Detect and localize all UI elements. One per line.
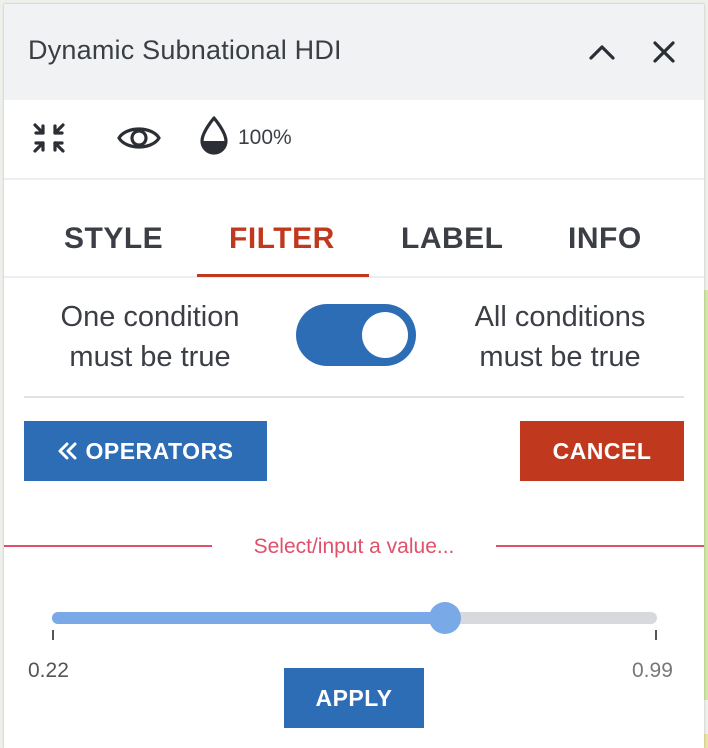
eye-icon — [117, 127, 161, 149]
toggle-knob — [362, 312, 408, 358]
operators-label: OPERATORS — [85, 437, 234, 464]
one-condition-label[interactable]: One condition must be true — [30, 297, 270, 377]
hint-line-left — [4, 545, 212, 547]
chevron-up-icon — [589, 45, 615, 60]
layer-panel: Dynamic Subnational HDI 100% STYLE FILTE… — [4, 4, 704, 748]
slider-tick-min — [52, 630, 54, 640]
double-chevron-left-icon — [58, 442, 77, 460]
shrink-icon — [33, 123, 65, 153]
opacity-value: 100% — [238, 126, 292, 149]
divider — [24, 396, 684, 398]
condition-toggle[interactable] — [296, 304, 416, 366]
hint-line-right — [496, 545, 704, 547]
close-button[interactable] — [644, 32, 684, 72]
shrink-button[interactable] — [28, 118, 70, 158]
visibility-button[interactable] — [116, 120, 162, 156]
slider-min-label: 0.22 — [28, 659, 69, 682]
panel-tabs: STYLE FILTER LABEL INFO — [4, 180, 704, 278]
tab-info[interactable]: INFO — [568, 222, 642, 256]
value-slider[interactable] — [52, 602, 657, 634]
slider-max-label: 0.99 — [632, 659, 673, 682]
layer-toolbar: 100% — [4, 100, 704, 180]
cancel-button[interactable]: CANCEL — [520, 421, 684, 481]
collapse-button[interactable] — [582, 32, 622, 72]
all-conditions-label[interactable]: All conditions must be true — [440, 297, 680, 377]
tab-label[interactable]: LABEL — [401, 222, 504, 256]
slider-fill — [52, 612, 445, 624]
value-hint: Select/input a value... — [253, 535, 455, 558]
panel-header: Dynamic Subnational HDI — [4, 4, 704, 100]
slider-tick-max — [655, 630, 657, 640]
active-tab-indicator — [197, 274, 369, 277]
opacity-drop-icon — [200, 116, 228, 155]
apply-button[interactable]: APPLY — [284, 668, 424, 728]
operators-button[interactable]: OPERATORS — [24, 421, 267, 481]
close-icon — [653, 41, 675, 63]
slider-thumb[interactable] — [428, 602, 461, 634]
tab-style[interactable]: STYLE — [64, 222, 163, 256]
panel-title: Dynamic Subnational HDI — [28, 35, 342, 65]
tab-filter[interactable]: FILTER — [229, 222, 335, 256]
opacity-control[interactable]: 100% — [198, 114, 292, 156]
slider-track — [52, 612, 657, 624]
